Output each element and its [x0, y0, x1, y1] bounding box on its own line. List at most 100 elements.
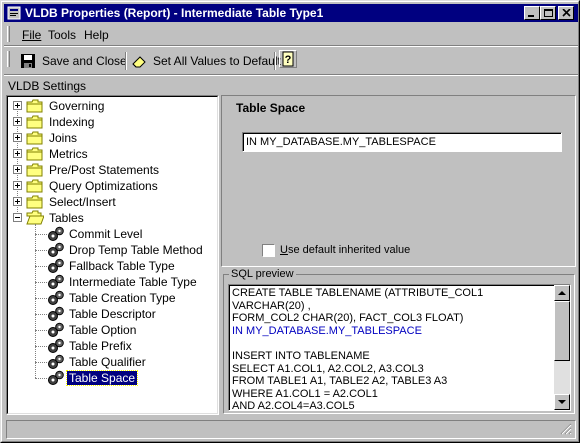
- toolbar-separator-2: [274, 52, 276, 70]
- arrow-down-icon: [558, 400, 566, 404]
- menu-grip[interactable]: [7, 26, 10, 42]
- sql-line: SELECT A1.COL1, A2.COL2, A3.COL3: [232, 362, 424, 375]
- tree-line: [35, 330, 47, 331]
- scroll-down-button[interactable]: [554, 394, 570, 410]
- scroll-thumb[interactable]: [554, 301, 570, 361]
- vldb-settings-label: VLDB Settings: [8, 79, 87, 93]
- tree-line: [35, 362, 47, 363]
- vldb-settings-tree[interactable]: Governing Indexing Joins Metrics Pre/Post St…: [6, 95, 219, 415]
- tree-item-label: Commit Level: [69, 227, 143, 241]
- tree-folder-label: Query Optimizations: [49, 179, 158, 193]
- use-default-checkbox[interactable]: [262, 244, 275, 257]
- tree-folder-label: Metrics: [49, 147, 88, 161]
- tree-folder-label: Select/Insert: [49, 195, 116, 209]
- tree-folder-label: Pre/Post Statements: [49, 163, 160, 177]
- tree-item-label: Table Option: [69, 323, 137, 337]
- help-button[interactable]: ?: [279, 50, 297, 68]
- gears-icon: [47, 242, 65, 258]
- expand-icon[interactable]: [13, 181, 22, 190]
- collapse-icon[interactable]: [13, 213, 22, 222]
- gears-icon: [47, 370, 65, 386]
- tree-line: [35, 298, 47, 299]
- floppy-disk-icon: [21, 54, 35, 68]
- tree-folder-label: Joins: [49, 131, 78, 145]
- folder-icon: [26, 130, 44, 146]
- tree-line: [35, 224, 36, 378]
- gears-icon: [47, 354, 65, 370]
- tree-folder-label: Tables: [49, 211, 84, 225]
- tree-item-label: Table Descriptor: [69, 307, 156, 321]
- toolbar-separator-line: [4, 74, 578, 76]
- sql-line: FORM_COL2 CHAR(20), FACT_COL3 FLOAT): [232, 312, 464, 325]
- tree-item-label: Intermediate Table Type: [69, 275, 197, 289]
- folder-icon: [26, 146, 44, 162]
- title-bar[interactable]: VLDB Properties (Report) - Intermediate …: [4, 4, 578, 22]
- gears-icon: [47, 306, 65, 322]
- expand-icon[interactable]: [13, 197, 22, 206]
- expand-icon[interactable]: [13, 149, 22, 158]
- setting-heading: Table Space: [236, 101, 306, 115]
- menu-file-label: File: [22, 28, 42, 42]
- tree-folder-label: Governing: [49, 99, 105, 113]
- expand-icon[interactable]: [13, 101, 22, 110]
- sql-line: VARCHAR(20) ,: [232, 299, 311, 312]
- folder-icon: [26, 178, 44, 194]
- sql-line: INSERT INTO TABLENAME: [232, 349, 370, 362]
- gears-icon: [47, 274, 65, 290]
- save-and-close-label: Save and Close: [42, 54, 127, 68]
- resize-grip-icon[interactable]: [560, 423, 572, 435]
- gears-icon: [47, 338, 65, 354]
- expand-icon[interactable]: [13, 133, 22, 142]
- scroll-up-button[interactable]: [554, 285, 570, 301]
- close-button[interactable]: [558, 6, 574, 20]
- tree-line: [35, 346, 47, 347]
- use-default-label-rest: se default inherited value: [287, 244, 411, 256]
- folder-icon: [26, 114, 44, 130]
- tree-line: [35, 234, 47, 235]
- sql-preview-scrollbar[interactable]: [554, 285, 570, 410]
- use-default-label-u: U: [280, 244, 288, 256]
- toolbar-grip[interactable]: [7, 51, 10, 67]
- sql-preview-box[interactable]: CREATE TABLE TABLENAME (ATTRIBUTE_COL1 VA…: [228, 284, 571, 411]
- tree-item-label: Table Creation Type: [69, 291, 176, 305]
- sql-preview-text: CREATE TABLE TABLENAME (ATTRIBUTE_COL1 VA…: [229, 285, 554, 410]
- sql-line: IN MY_DATABASE.MY_TABLESPACE: [232, 324, 422, 337]
- app-icon: [7, 6, 21, 20]
- tree-folder-label: Indexing: [49, 115, 95, 129]
- tree-item-label: Table Space: [65, 370, 139, 386]
- menu-bar: File Tools Help: [4, 24, 578, 44]
- expand-icon[interactable]: [13, 165, 22, 174]
- window-title: VLDB Properties (Report) - Intermediate …: [25, 6, 324, 20]
- help-question-icon: ?: [282, 51, 294, 67]
- tree-item-label: Table Qualifier: [69, 355, 146, 369]
- menu-help[interactable]: Help: [84, 28, 109, 42]
- menu-file[interactable]: File: [22, 28, 41, 42]
- menu-tools[interactable]: Tools: [48, 28, 76, 42]
- sql-line: WHERE A1.COL1 = A2.COL1: [232, 387, 378, 400]
- arrow-up-icon: [558, 291, 566, 295]
- sql-line: [232, 337, 554, 350]
- tree-item-label: Fallback Table Type: [69, 259, 175, 273]
- menu-separator: [4, 45, 578, 47]
- table-space-input[interactable]: IN MY_DATABASE.MY_TABLESPACE: [242, 132, 562, 152]
- gears-icon: [47, 290, 65, 306]
- tree-line: [35, 378, 47, 379]
- minimize-button[interactable]: [524, 6, 540, 20]
- tree-item-label: Drop Temp Table Method: [69, 243, 203, 257]
- sql-preview-label: SQL preview: [229, 268, 296, 280]
- gears-icon: [47, 258, 65, 274]
- maximize-button[interactable]: [540, 6, 556, 20]
- use-default-label[interactable]: Use default inherited value: [280, 244, 410, 256]
- toolbar-separator: [125, 52, 127, 70]
- eraser-icon: [132, 56, 146, 68]
- folder-icon: [26, 162, 44, 178]
- tree-line: [35, 266, 47, 267]
- folder-icon: [26, 98, 44, 114]
- tree-line: [35, 282, 47, 283]
- tree-line: [35, 314, 47, 315]
- folder-icon: [26, 194, 44, 210]
- svg-text:?: ?: [285, 54, 292, 66]
- sql-line: AND A2.COL4=A3.COL5: [232, 400, 355, 410]
- sql-line: CREATE TABLE TABLENAME (ATTRIBUTE_COL1: [232, 287, 484, 299]
- expand-icon[interactable]: [13, 117, 22, 126]
